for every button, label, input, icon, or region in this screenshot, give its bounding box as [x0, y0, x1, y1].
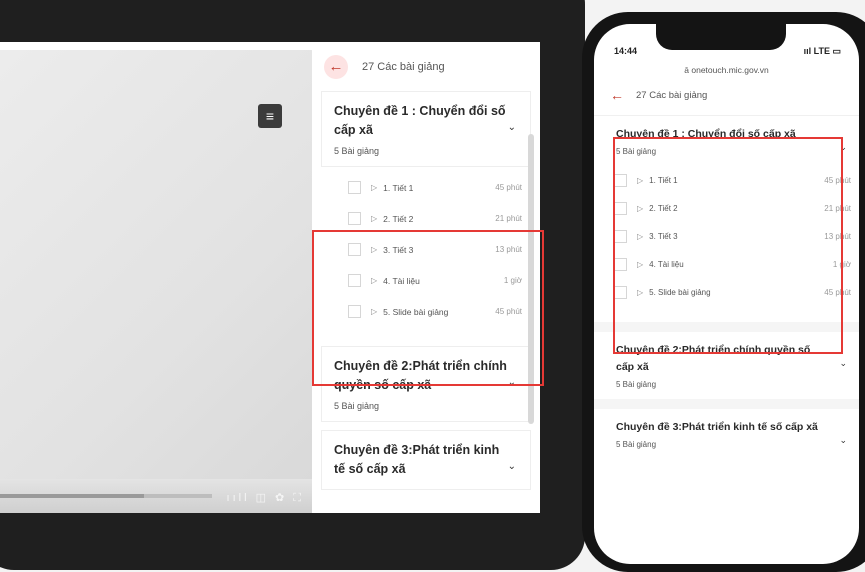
phone-notch — [656, 24, 786, 50]
sidebar-header: ← 27 Các bài giảng — [594, 75, 859, 116]
divider — [594, 399, 859, 409]
status-time: 14:44 — [614, 46, 638, 56]
chapter-lesson-count: 5 Bài giảng — [616, 440, 657, 449]
chevron-down-icon[interactable]: ⌄ — [839, 435, 847, 446]
chapter-3[interactable]: Chuyên đề 3:Phát triển kinh tế số cấp xã… — [594, 409, 859, 459]
chevron-down-icon[interactable]: ⌄ — [839, 358, 847, 369]
chapter-title: Chuyên đề 3:Phát triển kinh tế số cấp xã — [334, 443, 500, 476]
video-player[interactable]: ≡ ııll ◫ ✿ ⛶ — [0, 50, 312, 513]
play-icon: ▷ — [371, 214, 378, 223]
address-bar[interactable]: ā onetouch.mic.gov.vn — [594, 65, 859, 75]
arrow-left-icon[interactable]: ← — [324, 55, 348, 79]
highlight-box — [312, 230, 544, 386]
arrow-left-icon[interactable]: ← — [610, 87, 624, 103]
video-control-icons[interactable]: ııll ◫ ✿ ⛶ — [227, 491, 304, 505]
chapter-1[interactable]: Chuyên đề 1 : Chuyển đổi số cấp xã 5 Bài… — [322, 92, 530, 166]
list-icon[interactable]: ≡ — [258, 104, 282, 128]
lesson-checkbox[interactable] — [348, 181, 361, 194]
lecture-count: 27 Các bài giảng — [362, 61, 445, 73]
chevron-down-icon[interactable]: ⌄ — [508, 461, 516, 472]
chevron-down-icon[interactable]: ⌄ — [508, 122, 516, 133]
highlight-box — [613, 137, 843, 354]
chapter-lesson-count: 5 Bài giảng — [616, 380, 657, 389]
chapter-3[interactable]: Chuyên đề 3:Phát triển kinh tế số cấp xã… — [322, 431, 530, 489]
play-icon: ▷ — [371, 183, 378, 192]
chapter-title: Chuyên đề 1 : Chuyển đổi số cấp xã — [334, 104, 506, 137]
lesson-item[interactable]: ▷ 1. Tiết 1 45 phút — [322, 172, 530, 203]
video-progress-bar[interactable] — [0, 494, 212, 498]
chapter-lesson-count: 5 Bài giảng — [334, 401, 380, 411]
lesson-name: 2. Tiết 2 — [383, 213, 414, 224]
lesson-name: 1. Tiết 1 — [383, 182, 414, 193]
lesson-duration: 45 phút — [495, 183, 522, 192]
sidebar-header: ← 27 Các bài giảng — [312, 42, 540, 92]
lesson-duration: 21 phút — [495, 214, 522, 223]
chapter-lesson-count: 5 Bài giảng — [334, 146, 380, 156]
video-progress-fill — [0, 494, 145, 498]
signal-battery-icon: ııl LTE ▭ — [803, 46, 841, 56]
chapter-title: Chuyên đề 3:Phát triển kinh tế số cấp xã — [616, 421, 818, 433]
lesson-checkbox[interactable] — [348, 212, 361, 225]
lecture-count: 27 Các bài giảng — [636, 89, 708, 101]
video-controls: ııll ◫ ✿ ⛶ — [0, 479, 312, 513]
